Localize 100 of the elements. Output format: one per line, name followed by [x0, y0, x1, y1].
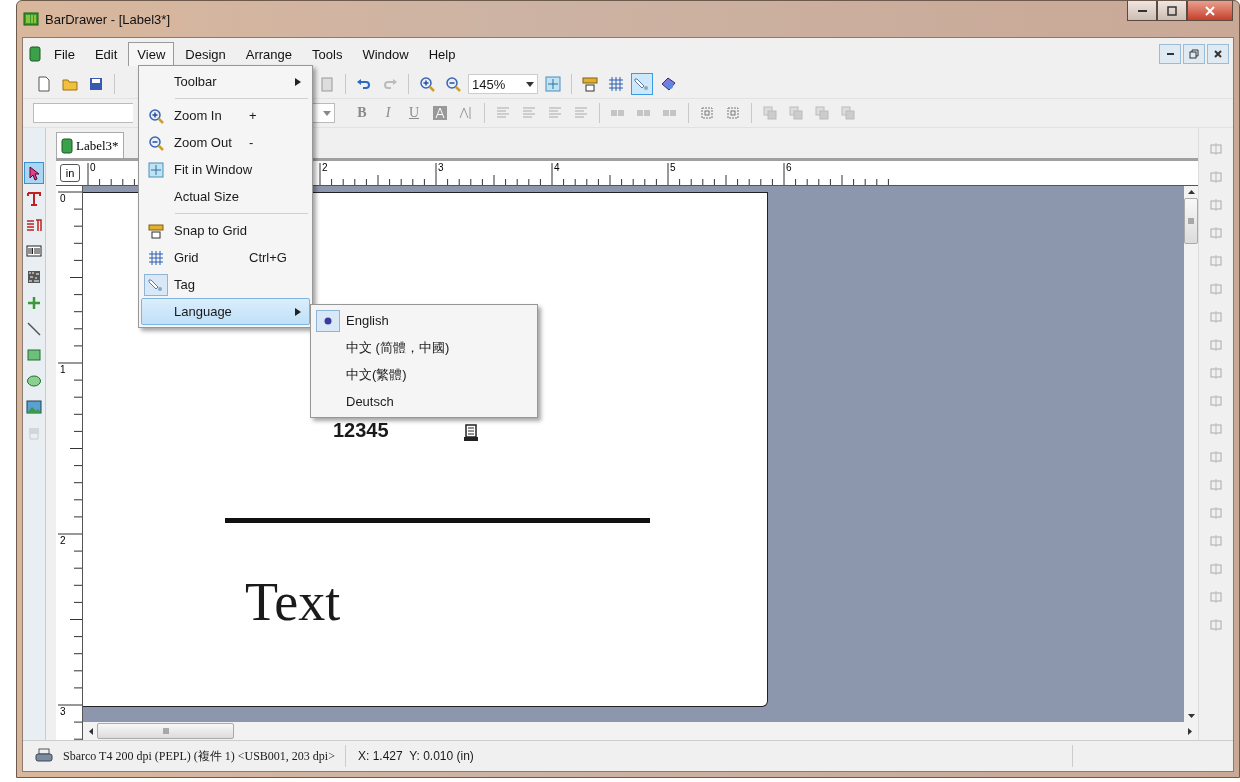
- tool-button[interactable]: [24, 162, 44, 184]
- minimize-icon: [1137, 9, 1147, 12]
- forward-icon: [814, 105, 830, 121]
- restore-icon: [1189, 49, 1199, 59]
- document-tab[interactable]: Label3*: [56, 132, 124, 158]
- cursor-coordinates: X: 1.427 Y: 0.010 (in): [345, 745, 486, 767]
- letter-a-icon: [432, 105, 448, 121]
- app-logo-icon: [23, 11, 39, 27]
- zoom-out-icon: [148, 134, 164, 151]
- close-button[interactable]: [1207, 44, 1229, 64]
- scroll-right-icon: [1188, 727, 1192, 735]
- qr-code-icon: [26, 269, 42, 285]
- close-button[interactable]: [1187, 1, 1233, 21]
- printer-icon: [35, 748, 53, 764]
- line-icon: [26, 321, 42, 337]
- grip-icon: [161, 728, 170, 734]
- minimize-button[interactable]: [1159, 44, 1181, 64]
- ruler-number: 5: [670, 162, 676, 173]
- close-icon: [1205, 5, 1215, 16]
- menu-item[interactable]: Fit in Window: [141, 156, 310, 183]
- document-icon: [61, 137, 73, 154]
- label-text[interactable]: Text: [245, 572, 341, 632]
- menu-item[interactable]: Actual Size: [141, 183, 310, 210]
- zoom-dropdown[interactable]: 145%: [468, 74, 538, 94]
- minimize-icon: [1166, 53, 1174, 55]
- menu-item[interactable]: 中文 (简體，中國): [313, 334, 535, 361]
- menu-item[interactable]: English: [313, 307, 535, 334]
- scroll-thumb[interactable]: [1184, 198, 1198, 244]
- printer-status: Sbarco T4 200 dpi (PEPL) (複件 1) <USB001, 203 dpi>: [63, 747, 335, 765]
- menu-item[interactable]: Window: [353, 42, 418, 66]
- menu-item[interactable]: Toolbar: [141, 68, 310, 95]
- caret-icon: [526, 81, 534, 87]
- snap-grid-icon: [148, 222, 164, 239]
- snap-grid-icon: [582, 76, 598, 92]
- tag-button[interactable]: [631, 73, 653, 95]
- submenu-arrow-icon: [295, 308, 301, 316]
- justify-icon: [573, 105, 589, 121]
- fit-window-icon: [545, 76, 561, 92]
- window-title: BarDrawer - [Label3*]: [45, 11, 170, 27]
- menu-item[interactable]: Arrange: [236, 42, 302, 66]
- menu-item[interactable]: Help: [419, 42, 465, 66]
- menu-item[interactable]: 中文(繁體): [313, 361, 535, 388]
- send-back-icon: [788, 105, 804, 121]
- label-number[interactable]: 12345: [333, 419, 389, 441]
- paragraph-icon: [26, 217, 42, 233]
- fit-window-icon: [148, 161, 164, 178]
- grip-icon: [1188, 217, 1194, 225]
- plus-icon: [26, 295, 42, 311]
- redo-icon: [382, 76, 398, 92]
- undo-icon: [356, 76, 372, 92]
- scroll-thumb[interactable]: [97, 723, 234, 739]
- ungroup-icon: [725, 105, 741, 121]
- menu-item[interactable]: Edit: [85, 42, 127, 66]
- menu-item[interactable]: Tag: [141, 271, 310, 298]
- maximize-icon: [1167, 5, 1177, 16]
- scroll-left-icon: [89, 727, 93, 735]
- close-icon: [1213, 49, 1223, 59]
- minimize-button[interactable]: [1127, 1, 1157, 21]
- menu-item[interactable]: Zoom Out -: [141, 129, 310, 156]
- menu-item[interactable]: Tools: [303, 42, 352, 66]
- ellipse-icon: [26, 373, 42, 389]
- document-icon: [27, 46, 43, 62]
- zoom-in-icon: [148, 107, 164, 124]
- menu-item[interactable]: Snap to Grid: [141, 217, 310, 244]
- fit-window-button[interactable]: [542, 73, 564, 95]
- new-document-icon: [36, 76, 52, 92]
- menu-item[interactable]: Zoom In +: [141, 102, 310, 129]
- menu-item[interactable]: Design: [176, 42, 235, 66]
- caret-icon: [323, 110, 331, 116]
- align-center-icon: [521, 105, 537, 121]
- maximize-button[interactable]: [1157, 1, 1187, 21]
- scroll-down-icon: [1187, 714, 1195, 718]
- ruler-number: 1: [60, 364, 66, 375]
- backward-icon: [840, 105, 856, 121]
- menu-item[interactable]: Language: [141, 298, 310, 325]
- menu-item[interactable]: Grid Ctrl+G: [141, 244, 310, 271]
- bring-front-icon: [762, 105, 778, 121]
- group-icon: [699, 105, 715, 121]
- zoom-in-icon: [419, 76, 435, 92]
- zoom-out-icon: [445, 76, 461, 92]
- printer-icon: [463, 424, 479, 442]
- ruler-number: 0: [90, 162, 96, 173]
- menu-item[interactable]: File: [45, 42, 84, 66]
- unit-button[interactable]: in: [60, 164, 80, 182]
- font-field[interactable]: [33, 103, 133, 123]
- folder-icon: [62, 76, 78, 92]
- grid-icon: [148, 249, 164, 266]
- save-icon: [88, 76, 104, 92]
- rectangle-icon: [26, 347, 42, 363]
- pointer-icon: [26, 165, 42, 181]
- menu-item[interactable]: Deutsch: [313, 388, 535, 415]
- tag-icon: [634, 76, 650, 92]
- ruler-number: 2: [322, 162, 328, 173]
- submenu-arrow-icon: [295, 78, 301, 86]
- ruler-number: 4: [554, 162, 560, 173]
- ruler-number: 0: [60, 193, 66, 204]
- menu-item[interactable]: View: [128, 42, 175, 66]
- vertical-scrollbar[interactable]: [1184, 186, 1198, 722]
- restore-button[interactable]: [1183, 44, 1205, 64]
- tag-icon: [148, 276, 164, 293]
